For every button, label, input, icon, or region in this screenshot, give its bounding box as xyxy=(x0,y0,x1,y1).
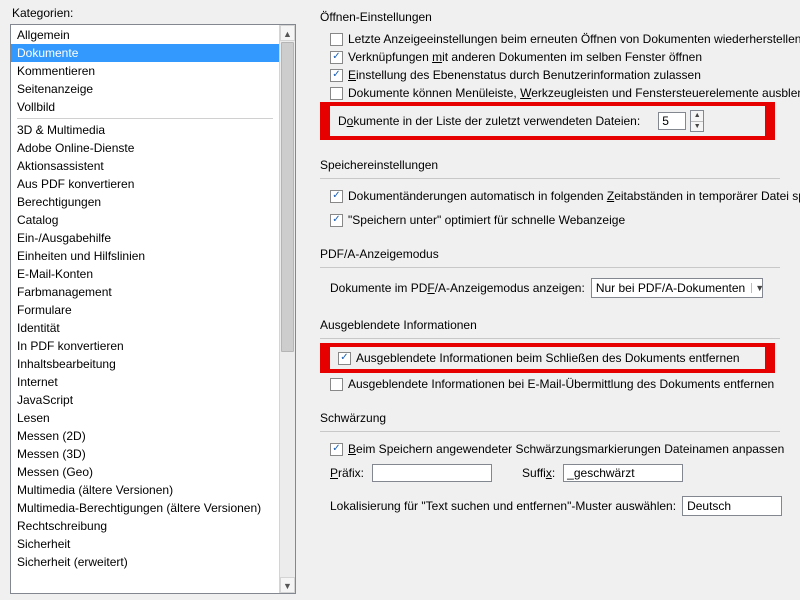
prefix-input[interactable] xyxy=(372,464,492,482)
category-item[interactable]: Aus PDF konvertieren xyxy=(11,175,279,193)
locale-select[interactable]: Deutsch xyxy=(682,496,782,516)
hide-menubar-label: Dokumente können Menüleiste, Werkzeuglei… xyxy=(348,86,800,100)
category-item[interactable]: 3D & Multimedia xyxy=(11,121,279,139)
autosave-checkbox[interactable] xyxy=(330,190,343,203)
remove-hidden-close-highlight: Ausgeblendete Informationen beim Schließ… xyxy=(320,343,775,373)
divider xyxy=(320,338,780,339)
fast-web-checkbox[interactable] xyxy=(330,214,343,227)
category-item[interactable]: Einheiten und Hilfslinien xyxy=(11,247,279,265)
recent-files-spinner[interactable]: ▲ ▼ xyxy=(690,110,704,132)
category-item[interactable]: Sicherheit (erweitert) xyxy=(11,553,279,571)
category-item[interactable]: Dokumente xyxy=(11,44,279,62)
autosave-label: Dokumentänderungen automatisch in folgen… xyxy=(348,189,800,203)
category-item[interactable]: Messen (Geo) xyxy=(11,463,279,481)
category-item[interactable]: Internet xyxy=(11,373,279,391)
fast-web-label: "Speichern unter" optimiert für schnelle… xyxy=(348,213,625,227)
category-item[interactable]: E-Mail-Konten xyxy=(11,265,279,283)
open-links-checkbox[interactable] xyxy=(330,51,343,64)
hidden-info-title: Ausgeblendete Informationen xyxy=(320,318,800,334)
locale-select-value: Deutsch xyxy=(687,499,731,513)
redaction-title: Schwärzung xyxy=(320,411,800,427)
remove-hidden-email-checkbox[interactable] xyxy=(330,378,343,391)
recent-files-input[interactable]: 5 xyxy=(658,112,686,130)
category-item[interactable]: Rechtschreibung xyxy=(11,517,279,535)
category-item[interactable]: Kommentieren xyxy=(11,62,279,80)
divider xyxy=(320,178,780,179)
pdfa-select[interactable]: Nur bei PDF/A-Dokumenten ▼ xyxy=(591,278,763,298)
category-item[interactable]: Ein-/Ausgabehilfe xyxy=(11,229,279,247)
category-item[interactable]: Multimedia (ältere Versionen) xyxy=(11,481,279,499)
scroll-up-button[interactable]: ▲ xyxy=(280,25,295,41)
category-item[interactable]: Seitenanzeige xyxy=(11,80,279,98)
category-item[interactable]: Messen (2D) xyxy=(11,427,279,445)
pdfa-select-value: Nur bei PDF/A-Dokumenten xyxy=(596,281,745,295)
category-item[interactable]: Inhaltsbearbeitung xyxy=(11,355,279,373)
settings-panel: Öffnen-Einstellungen Letzte Anzeigeeinst… xyxy=(300,0,800,600)
spinner-down-icon[interactable]: ▼ xyxy=(691,122,703,132)
category-item[interactable]: Identität xyxy=(11,319,279,337)
category-item[interactable]: Adobe Online-Dienste xyxy=(11,139,279,157)
suffix-input[interactable]: _geschwärzt xyxy=(563,464,683,482)
categories-panel: Kategorien: AllgemeinDokumenteKommentier… xyxy=(0,0,300,600)
divider xyxy=(320,431,780,432)
category-item[interactable]: Farbmanagement xyxy=(11,283,279,301)
spinner-up-icon[interactable]: ▲ xyxy=(691,111,703,122)
layer-state-label: Einstellung des Ebenenstatus durch Benut… xyxy=(348,68,701,82)
category-item[interactable]: Messen (3D) xyxy=(11,445,279,463)
remove-hidden-email-label: Ausgeblendete Informationen bei E-Mail-Ü… xyxy=(348,377,774,391)
restore-view-checkbox[interactable] xyxy=(330,33,343,46)
category-item[interactable]: JavaScript xyxy=(11,391,279,409)
category-item[interactable]: Berechtigungen xyxy=(11,193,279,211)
open-links-label: Verknüpfungen mit anderen Dokumenten im … xyxy=(348,50,702,64)
prefix-label: Präfix: xyxy=(330,466,364,480)
category-item[interactable]: Multimedia-Berechtigungen (ältere Versio… xyxy=(11,499,279,517)
category-item[interactable]: Catalog xyxy=(11,211,279,229)
adjust-filename-label: Beim Speichern angewendeter Schwärzungsm… xyxy=(348,442,784,456)
recent-files-label: Dokumente in der Liste der zuletzt verwe… xyxy=(338,114,640,128)
list-separator xyxy=(17,118,273,119)
locale-label: Lokalisierung für "Text suchen und entfe… xyxy=(330,499,676,513)
category-item[interactable]: Aktionsassistent xyxy=(11,157,279,175)
scroll-thumb[interactable] xyxy=(281,42,294,352)
category-item[interactable]: Allgemein xyxy=(11,26,279,44)
pdfa-title: PDF/A-Anzeigemodus xyxy=(320,247,800,263)
category-item[interactable]: Formulare xyxy=(11,301,279,319)
recent-files-highlight: Dokumente in der Liste der zuletzt verwe… xyxy=(320,102,775,140)
category-item[interactable]: Sicherheit xyxy=(11,535,279,553)
scrollbar[interactable]: ▲ ▼ xyxy=(279,25,295,593)
layer-state-checkbox[interactable] xyxy=(330,69,343,82)
pdfa-label: Dokumente im PDF/A-Anzeigemodus anzeigen… xyxy=(330,281,585,295)
adjust-filename-checkbox[interactable] xyxy=(330,443,343,456)
divider xyxy=(320,267,780,268)
open-settings-title: Öffnen-Einstellungen xyxy=(320,10,800,24)
category-item[interactable]: Lesen xyxy=(11,409,279,427)
scroll-down-button[interactable]: ▼ xyxy=(280,577,295,593)
save-settings-title: Speichereinstellungen xyxy=(320,158,800,174)
remove-hidden-close-label: Ausgeblendete Informationen beim Schließ… xyxy=(356,351,740,365)
remove-hidden-close-checkbox[interactable] xyxy=(338,352,351,365)
category-item[interactable]: Vollbild xyxy=(11,98,279,116)
categories-label: Kategorien: xyxy=(12,6,296,20)
category-item[interactable]: In PDF konvertieren xyxy=(11,337,279,355)
dropdown-arrow-icon: ▼ xyxy=(751,283,764,293)
restore-view-label: Letzte Anzeigeeinstellungen beim erneute… xyxy=(348,32,800,46)
hide-menubar-checkbox[interactable] xyxy=(330,87,343,100)
suffix-label: Suffix: xyxy=(522,466,555,480)
categories-listbox[interactable]: AllgemeinDokumenteKommentierenSeitenanze… xyxy=(10,24,296,594)
